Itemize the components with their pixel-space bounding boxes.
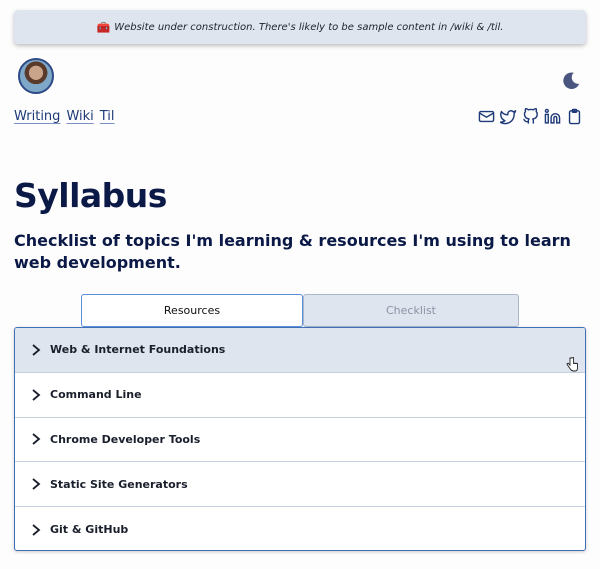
accordion-item-label: Git & GitHub bbox=[50, 523, 129, 537]
page-subtitle: Checklist of topics I'm learning & resou… bbox=[14, 231, 571, 272]
chevron-right-icon bbox=[32, 433, 41, 446]
page: 🧰 Website under construction. There's li… bbox=[0, 0, 600, 569]
accordion-item-web-internet-foundations[interactable]: Web & Internet Foundations bbox=[15, 328, 585, 373]
accordion-item-label: Command Line bbox=[50, 388, 142, 402]
github-icon[interactable] bbox=[522, 108, 539, 125]
chevron-right-icon bbox=[32, 478, 41, 490]
nav-link-writing[interactable]: Writing bbox=[14, 109, 60, 124]
moon-icon[interactable] bbox=[560, 70, 582, 92]
tab-resources[interactable]: Resources bbox=[81, 294, 303, 327]
toolbox-icon: 🧰 bbox=[96, 20, 111, 34]
accordion-item-git-github[interactable]: Git & GitHub bbox=[15, 507, 585, 550]
chevron-right-icon bbox=[32, 388, 41, 401]
twitter-icon[interactable] bbox=[500, 108, 517, 125]
accordion-item-label: Web & Internet Foundations bbox=[50, 343, 226, 357]
nav-link-til[interactable]: Til bbox=[100, 109, 115, 124]
page-title: Syllabus bbox=[14, 176, 167, 215]
accordion-item-chrome-developer-tools[interactable]: Chrome Developer Tools bbox=[15, 418, 585, 463]
social-links bbox=[478, 108, 583, 125]
linkedin-icon[interactable] bbox=[544, 108, 561, 125]
accordion-item-command-line[interactable]: Command Line bbox=[15, 373, 585, 418]
banner-text: Website under construction. There's like… bbox=[114, 21, 504, 33]
pointer-cursor-icon bbox=[566, 357, 578, 372]
construction-banner: 🧰 Website under construction. There's li… bbox=[14, 10, 586, 44]
profile-avatar[interactable] bbox=[18, 58, 54, 94]
main-nav: Writing Wiki Til bbox=[14, 109, 115, 124]
resources-accordion: Web & Internet Foundations Command Line … bbox=[14, 327, 586, 551]
chevron-right-icon bbox=[32, 523, 41, 536]
chevron-right-icon bbox=[32, 344, 41, 356]
nav-link-wiki[interactable]: Wiki bbox=[66, 109, 93, 124]
mail-icon[interactable] bbox=[478, 108, 495, 125]
clipboard-icon[interactable] bbox=[566, 108, 583, 125]
tab-checklist[interactable]: Checklist bbox=[303, 294, 519, 327]
accordion-item-label: Chrome Developer Tools bbox=[50, 432, 201, 446]
accordion-item-static-site-generators[interactable]: Static Site Generators bbox=[15, 462, 585, 508]
accordion-item-label: Static Site Generators bbox=[50, 477, 188, 491]
